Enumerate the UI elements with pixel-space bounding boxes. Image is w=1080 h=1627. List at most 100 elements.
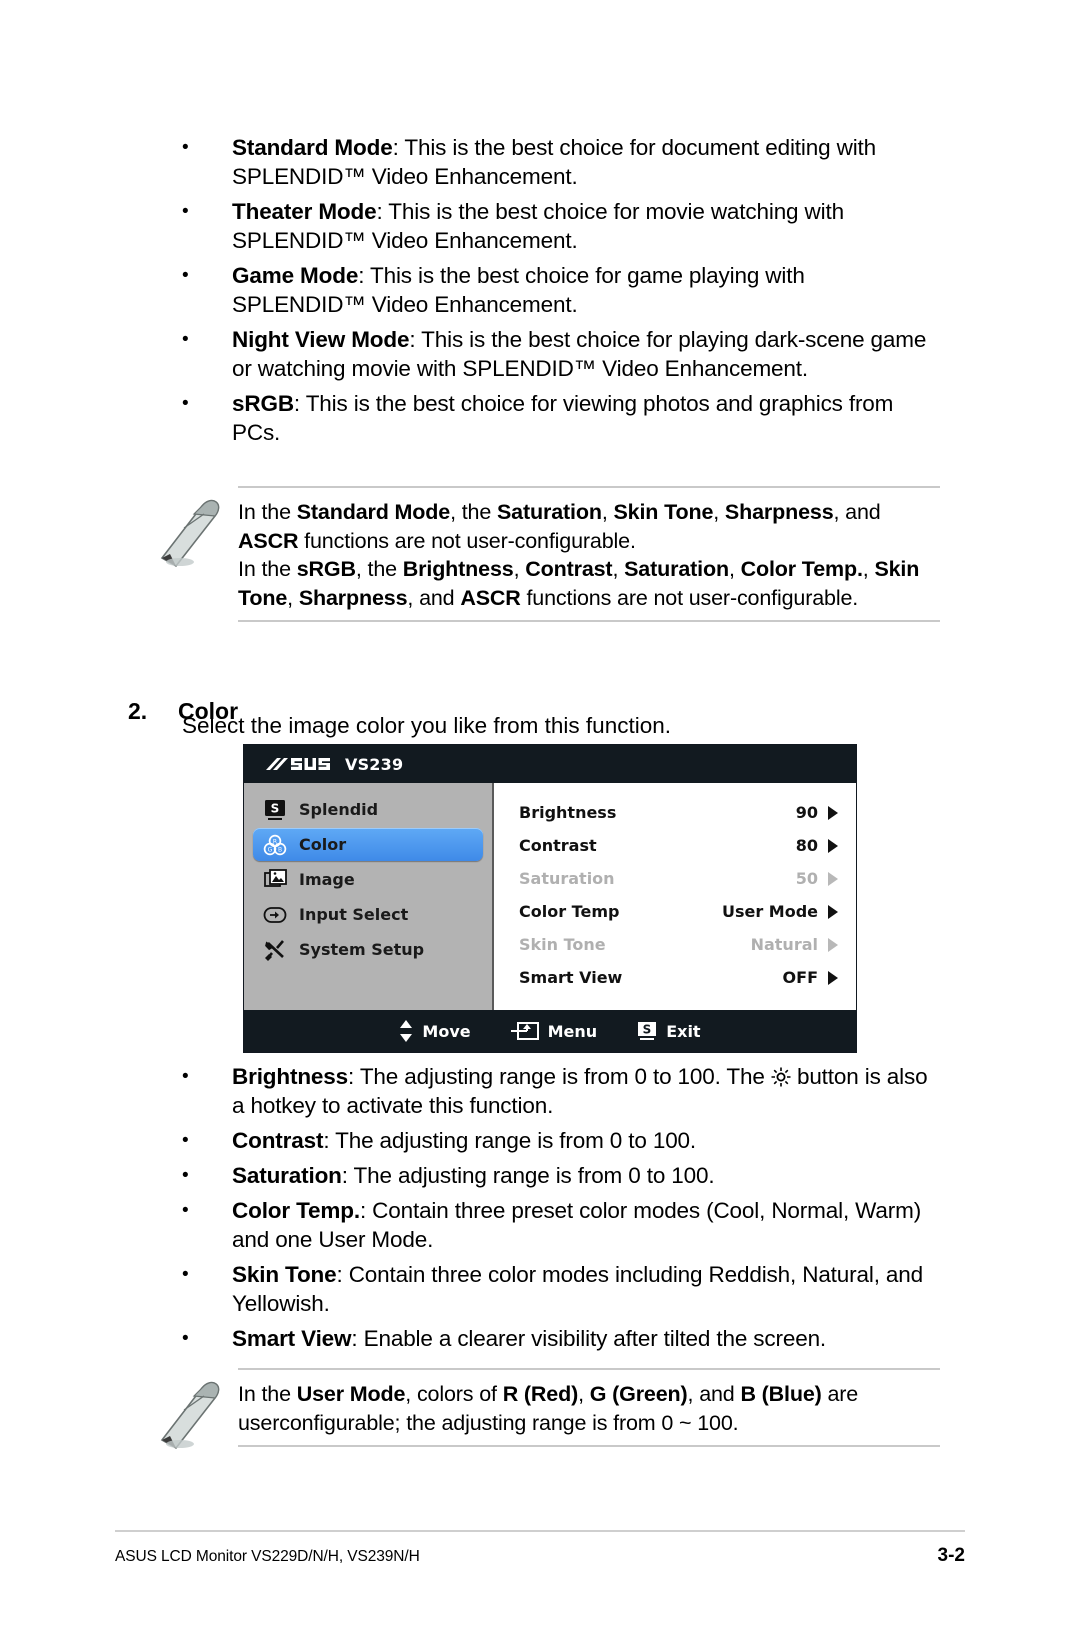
osd-row-brightness[interactable]: Brightness 90 — [519, 796, 838, 829]
text-frag: In the — [238, 1382, 297, 1406]
bullet-body: Night View Mode: This is the best choice… — [232, 325, 938, 383]
osd-row-color-temp[interactable]: Color Temp User Mode — [519, 895, 838, 928]
sidebar-item-image[interactable]: Image — [253, 863, 483, 896]
osd-row-value: OFF — [782, 968, 818, 987]
svg-text:S: S — [271, 801, 280, 815]
text-frag: G (Green) — [589, 1382, 688, 1406]
list-item: • Standard Mode: This is the best choice… — [178, 133, 938, 191]
osd-menu: VS239 S Splendid R G B Color Image Input… — [244, 745, 856, 1052]
term-label: Standard Mode — [232, 135, 393, 160]
list-item: • Smart View: Enable a clearer visibilit… — [178, 1324, 938, 1353]
bullet-dot-icon: • — [182, 1165, 189, 1186]
osd-foot-label: Menu — [547, 1021, 598, 1041]
osd-row-label: Contrast — [519, 836, 597, 855]
bullet-dot-icon: • — [182, 1200, 189, 1221]
text-frag: In the — [238, 500, 297, 524]
text-frag: , — [713, 500, 725, 524]
term-label: sRGB — [232, 391, 294, 416]
note-divider-bottom — [238, 1445, 940, 1447]
osd-row-saturation: Saturation 50 — [519, 862, 838, 895]
svg-text:G: G — [268, 846, 273, 853]
bullet-body: Game Mode: This is the best choice for g… — [232, 261, 938, 319]
chevron-right-icon — [828, 937, 838, 952]
sidebar-item-label: Image — [299, 870, 355, 889]
term-label: Game Mode — [232, 263, 359, 288]
osd-row-contrast[interactable]: Contrast 80 — [519, 829, 838, 862]
sidebar-item-color[interactable]: R G B Color — [253, 828, 483, 861]
list-item: • Game Mode: This is the best choice for… — [178, 261, 938, 319]
sidebar-item-label: System Setup — [299, 940, 425, 959]
term-label: Theater Mode — [232, 199, 377, 224]
sidebar-item-splendid[interactable]: S Splendid — [253, 793, 483, 826]
osd-row-value: User Mode — [721, 902, 818, 921]
text-frag: , — [601, 500, 614, 524]
term-label: Skin Tone — [232, 1262, 337, 1287]
sidebar-item-label: Input Select — [299, 905, 409, 924]
list-item: • Brightness: The adjusting range is fro… — [178, 1062, 938, 1120]
splendid-s-icon: S — [262, 798, 288, 822]
chevron-right-icon — [828, 970, 838, 985]
text-frag: Contrast — [525, 557, 613, 581]
list-item: • Night View Mode: This is the best choi… — [178, 325, 938, 383]
note-line-1: In the Standard Mode, the Saturation, Sk… — [238, 498, 940, 555]
section-subtitle: Select the image color you like from thi… — [182, 713, 671, 738]
bullet-dot-icon: • — [182, 1264, 189, 1285]
osd-model-label: VS239 — [345, 754, 404, 774]
text-frag: functions are not user-configurable. — [298, 528, 636, 553]
list-item: • Theater Mode: This is the best choice … — [178, 197, 938, 255]
osd-row-smart-view[interactable]: Smart View OFF — [519, 961, 838, 994]
osd-row-skin-tone: Skin Tone Natural — [519, 928, 838, 961]
text-frag: functions are not user-configurable. — [520, 585, 859, 610]
text-frag: , the — [355, 557, 403, 581]
text-frag: , colors of — [405, 1382, 503, 1406]
svg-text:R: R — [273, 838, 277, 845]
pencil-note-icon — [150, 492, 230, 568]
text-frag: , — [612, 557, 625, 581]
osd-menu-button[interactable]: Menu — [510, 1020, 598, 1042]
note-text-bottom: In the User Mode, colors of R (Red), G (… — [238, 1368, 940, 1447]
list-item: • Contrast: The adjusting range is from … — [178, 1126, 938, 1155]
osd-row-value: Natural — [750, 935, 818, 954]
splendid-s-icon: S — [637, 1020, 657, 1042]
text-frag: , the — [450, 500, 497, 524]
input-arrow-icon — [262, 903, 288, 927]
osd-settings-panel: Brightness 90 Contrast 80 Saturation 50 … — [494, 783, 856, 1010]
text-frag: R (Red) — [502, 1382, 579, 1406]
bullet-dot-icon: • — [182, 1328, 189, 1349]
list-item: • sRGB: This is the best choice for view… — [178, 389, 938, 447]
text-frag: , and — [407, 585, 461, 610]
bullet-dot-icon: • — [182, 329, 189, 350]
term-label: Smart View — [232, 1326, 352, 1351]
term-rest-a: : The adjusting range is from 0 to 100. — [323, 1128, 697, 1153]
note-divider-bottom — [238, 620, 940, 622]
bullet-body: Standard Mode: This is the best choice f… — [232, 133, 938, 191]
text-frag: User Mode — [296, 1382, 406, 1406]
text-frag: Saturation — [624, 557, 729, 581]
osd-move-button[interactable]: Move — [399, 1019, 471, 1043]
term-label: Night View Mode — [232, 327, 410, 352]
osd-row-label: Brightness — [519, 803, 617, 822]
note-divider-top — [238, 1368, 940, 1370]
term-label: Brightness — [232, 1064, 349, 1089]
chevron-right-icon — [828, 904, 838, 919]
tools-icon — [262, 938, 288, 962]
color-palette-icon: R G B — [262, 833, 288, 857]
page-number: 3-2 — [937, 1545, 965, 1566]
manual-page: • Standard Mode: This is the best choice… — [0, 0, 1080, 1627]
term-label: Contrast — [232, 1128, 324, 1153]
osd-row-value: 80 — [795, 836, 818, 855]
osd-row-right: 50 — [796, 869, 838, 888]
bullet-body: Theater Mode: This is the best choice fo… — [232, 197, 938, 255]
sidebar-item-input-select[interactable]: Input Select — [253, 898, 483, 931]
osd-exit-button[interactable]: S Exit — [637, 1020, 701, 1042]
text-frag: , — [513, 557, 526, 581]
osd-row-right: Natural — [751, 935, 838, 954]
note-box-top: In the Standard Mode, the Saturation, Sk… — [150, 486, 940, 622]
osd-foot-label: Exit — [666, 1021, 701, 1041]
chevron-right-icon — [828, 871, 838, 886]
bullet-dot-icon: • — [182, 265, 189, 286]
sidebar-item-system-setup[interactable]: System Setup — [253, 933, 483, 966]
text-frag: , and — [833, 500, 881, 524]
bullet-body: sRGB: This is the best choice for viewin… — [232, 389, 938, 447]
text-frag: , — [862, 557, 875, 581]
